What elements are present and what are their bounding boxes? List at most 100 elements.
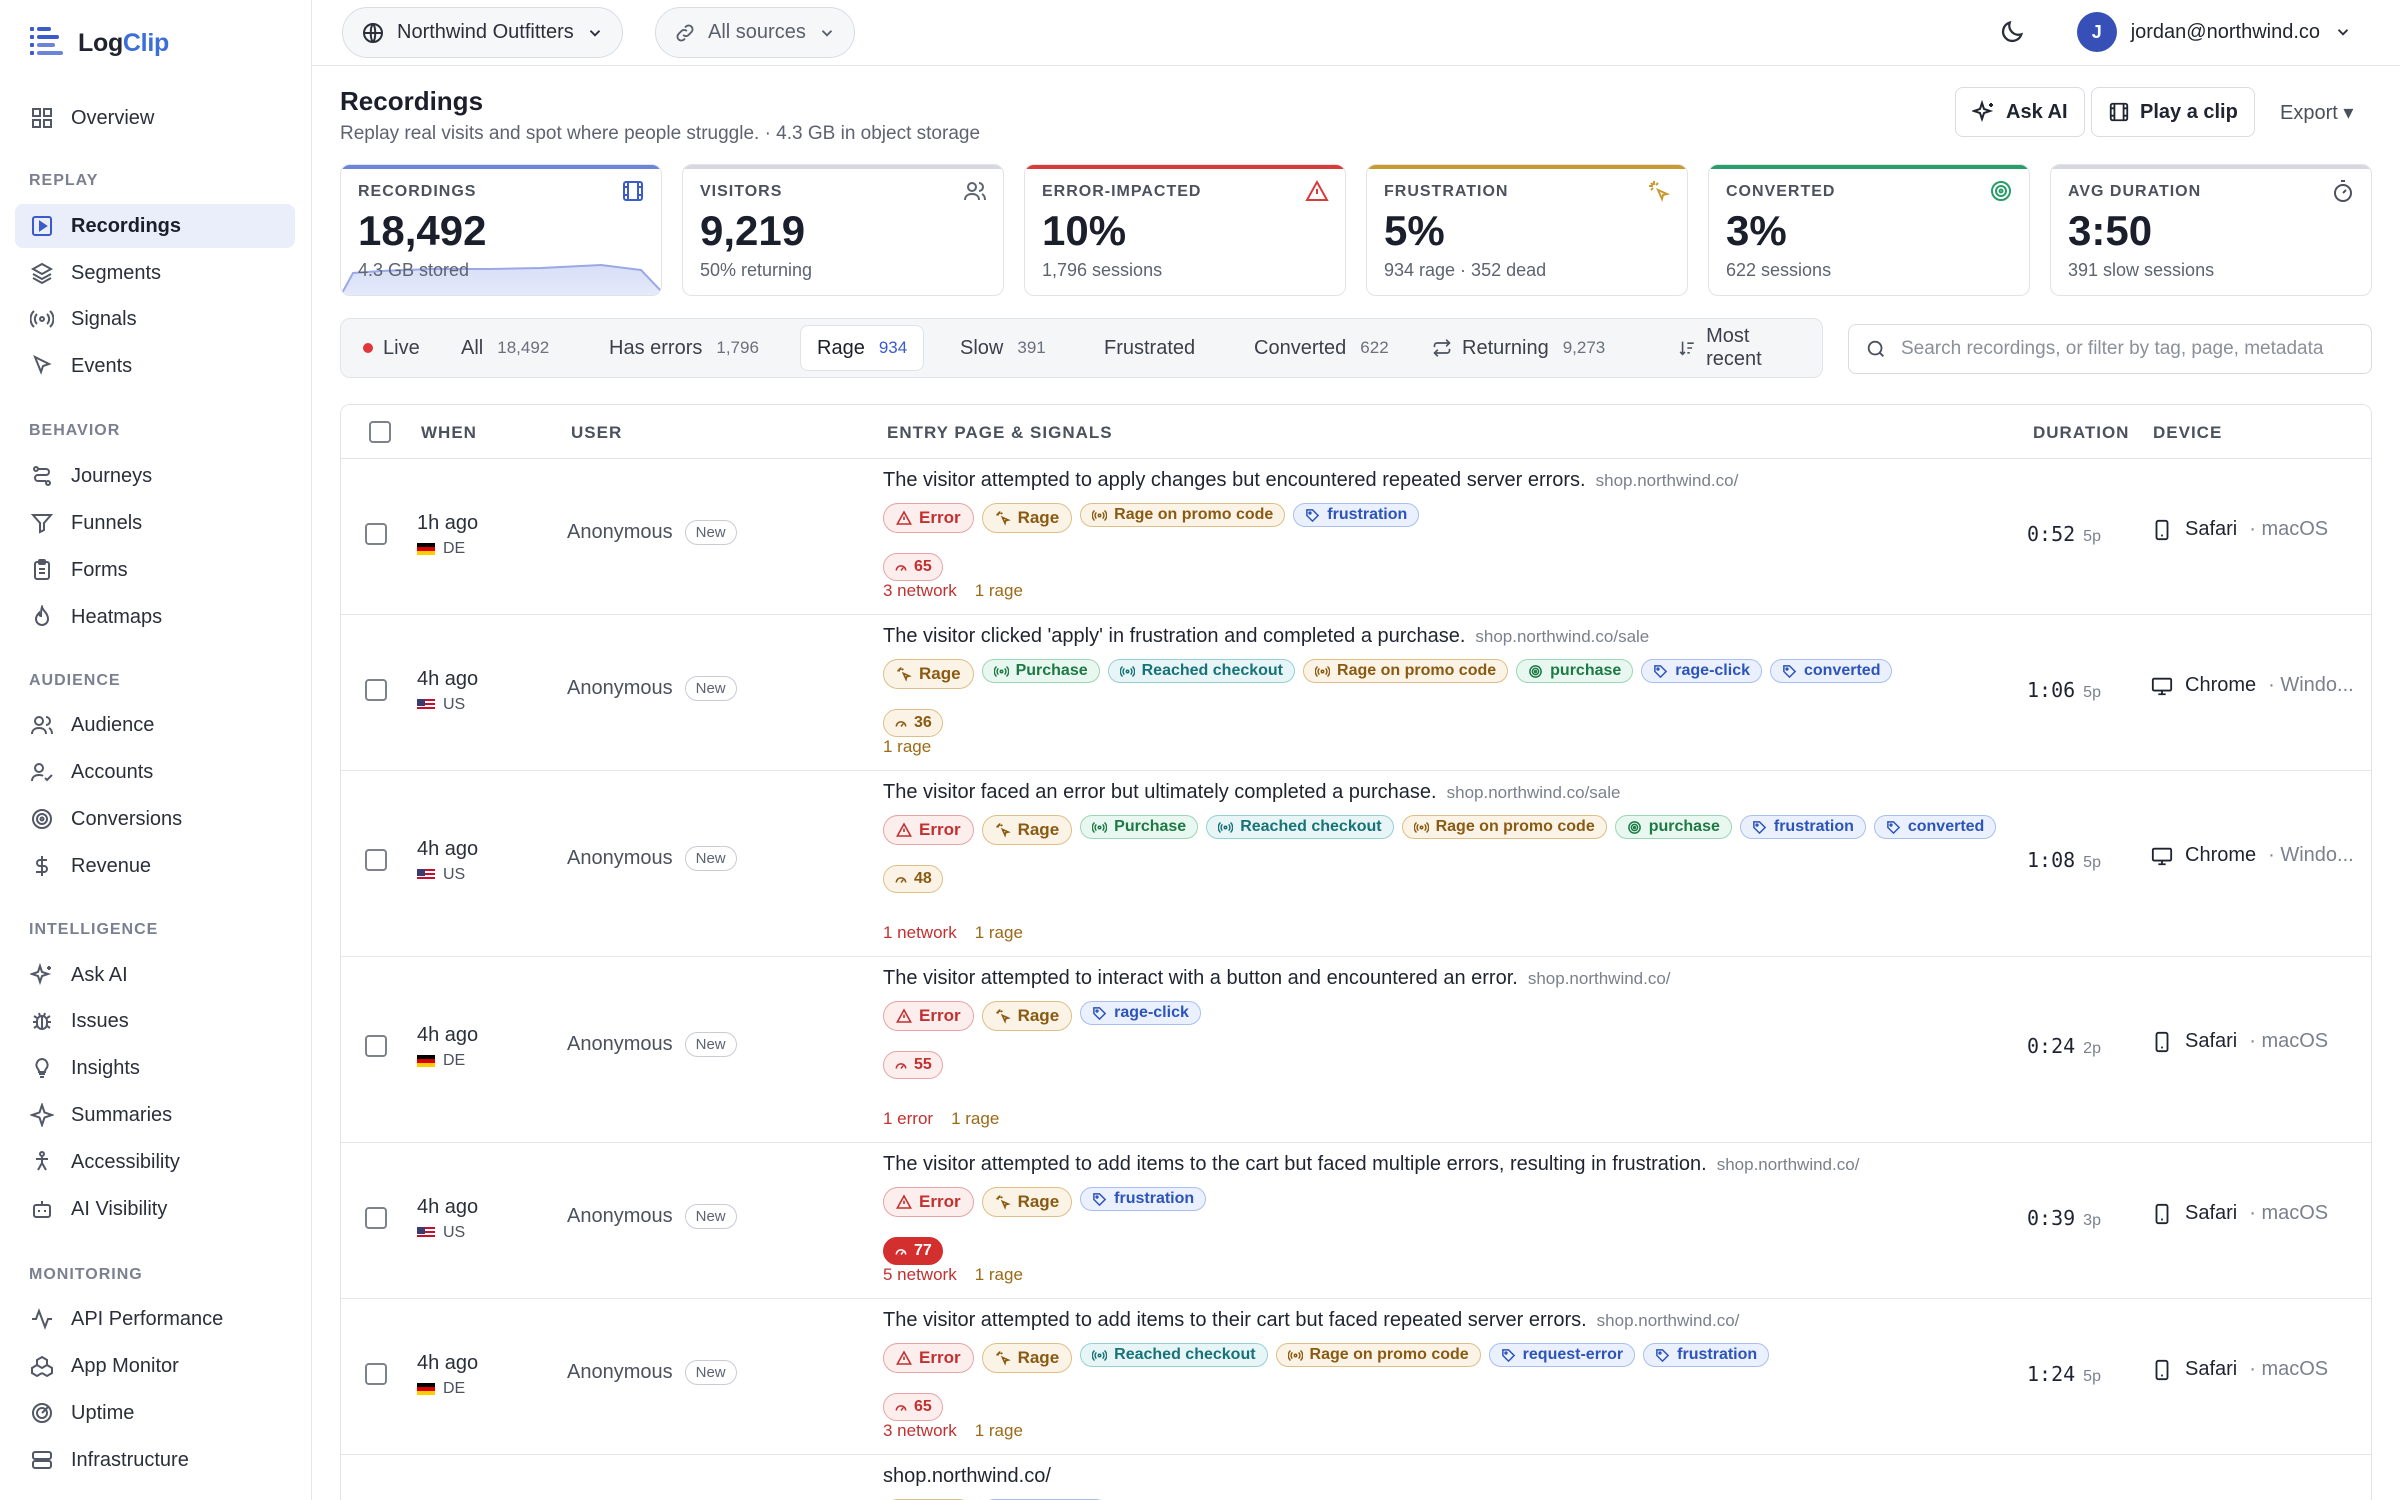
signal-chip[interactable]: frustration [1739,815,1866,839]
table-row[interactable]: 4h ago US Anonymous New The visitor attempte… [341,1143,2371,1299]
sidebar-item-uptime[interactable]: Uptime [15,1391,295,1435]
stat-card-error-impacted[interactable]: ERROR-IMPACTED 10% 1,796 sessions [1024,164,1346,296]
sidebar-item-forms[interactable]: Forms [15,548,295,592]
signal-chip[interactable]: Reached checkout [1080,1343,1268,1367]
stat-card-avg-duration[interactable]: AVG DURATION 3:50 391 slow sessions [2050,164,2372,296]
signal-chip[interactable]: Rage on promo code [1080,503,1286,527]
signal-chip[interactable]: Rage [981,1001,1073,1031]
signal-chip[interactable]: Rage on promo code [1303,659,1509,683]
sidebar-item-insights[interactable]: Insights [15,1046,295,1090]
signal-chip[interactable]: Reached checkout [1206,815,1394,839]
sidebar-item-accounts[interactable]: Accounts [15,750,295,794]
entry-url[interactable]: shop.northwind.co/ [1596,471,1739,490]
table-row[interactable]: 4h ago US Anonymous New The visitor clicked … [341,615,2371,771]
signal-chip[interactable]: converted [1770,659,1893,683]
signal-chip[interactable]: Reached checkout [1107,659,1296,683]
sidebar-item-heatmaps[interactable]: Heatmaps [15,595,295,639]
table-row[interactable]: 1h ago DE Anonymous New The visitor attempte… [341,459,2371,615]
table-row[interactable]: 4h ago DE Anonymous New The visitor attempte… [341,1299,2371,1455]
signal-chip[interactable]: Rage on promo code [1401,815,1607,839]
sidebar-item-overview[interactable]: Overview [15,96,295,140]
entry-description[interactable]: The visitor attempted to add items to th… [883,1309,1739,1332]
play-clip-button[interactable]: Play a clip [2091,87,2255,137]
user-cell[interactable]: Anonymous New [567,520,737,545]
column-header-duration[interactable]: DURATION [2033,423,2129,443]
stat-card-visitors[interactable]: VISITORS 9,219 50% returning [682,164,1004,296]
column-header-entry[interactable]: ENTRY PAGE & SIGNALS [887,423,1113,443]
signal-chip[interactable]: Rage [981,1187,1073,1217]
sidebar-item-journeys[interactable]: Journeys [15,454,295,498]
signal-chip[interactable]: Rage [981,503,1073,533]
sidebar-item-revenue[interactable]: Revenue [15,844,295,888]
sidebar-item-ai-visibility[interactable]: AI Visibility [15,1187,295,1231]
user-menu[interactable]: J jordan@northwind.co [2076,12,2352,52]
search-input[interactable] [1901,338,2351,360]
tab-all[interactable]: All 18,492 [445,325,565,371]
sidebar-item-summaries[interactable]: Summaries [15,1093,295,1137]
sidebar-item-infrastructure[interactable]: Infrastructure [15,1438,295,1482]
signal-chip[interactable]: Error [883,815,974,845]
search-box[interactable] [1848,324,2372,374]
entry-url[interactable]: shop.northwind.co/ [1717,1155,1860,1174]
sidebar-item-api-performance[interactable]: API Performance [15,1297,295,1341]
signal-chip[interactable]: Error [883,1187,974,1217]
row-checkbox[interactable] [365,679,387,701]
signal-chip[interactable]: Purchase [1080,815,1199,839]
entry-description[interactable]: The visitor attempted to interact with a… [883,967,1671,990]
signal-chip[interactable]: Error [883,503,974,533]
entry-description[interactable]: The visitor faced an error but ultimatel… [883,781,1621,804]
entry-url[interactable]: shop.northwind.co/sale [1475,627,1649,646]
signal-chip[interactable]: Rage [981,1343,1073,1373]
user-cell[interactable]: Anonymous New [567,1360,737,1385]
stat-card-recordings[interactable]: RECORDINGS 18,492 4.3 GB stored [340,164,662,296]
entry-description[interactable]: The visitor attempted to add items to th… [883,1153,1859,1176]
select-all-checkbox[interactable] [369,421,391,443]
source-filter[interactable]: All sources [655,7,855,58]
entry-url[interactable]: shop.northwind.co/ [1597,1311,1740,1330]
sidebar-item-segments[interactable]: Segments [15,251,295,295]
org-switcher[interactable]: Northwind Outfitters [342,7,623,58]
signal-chip[interactable]: purchase [1516,659,1634,683]
sidebar-item-issues[interactable]: Issues [15,999,295,1043]
tab-live[interactable]: Live [347,325,436,371]
table-row[interactable]: 4h ago US Anonymous New The visitor faced an… [341,771,2371,957]
stat-card-frustration[interactable]: FRUSTRATION 5% 934 rage · 352 dead [1366,164,1688,296]
tab-rage[interactable]: Rage 934 [800,325,925,371]
column-header-device[interactable]: DEVICE [2153,423,2222,443]
signal-chip[interactable]: Purchase [981,659,1100,683]
column-header-user[interactable]: USER [571,423,622,443]
signal-chip[interactable]: purchase [1614,815,1732,839]
sidebar-item-events[interactable]: Events [15,344,295,388]
signal-chip[interactable]: Error [883,1343,974,1373]
signal-chip[interactable]: frustration [1643,1343,1770,1367]
sidebar-item-app-monitor[interactable]: App Monitor [15,1344,295,1388]
entry-url[interactable]: shop.northwind.co/ [1528,969,1671,988]
tab-returning[interactable]: Returning 9,273 [1416,325,1621,371]
sort-dropdown[interactable]: Most recent [1661,325,1822,371]
user-cell[interactable]: Anonymous New [567,846,737,871]
ask-ai-button[interactable]: Ask AI [1955,87,2085,137]
sidebar-item-accessibility[interactable]: Accessibility [15,1140,295,1184]
sidebar-item-conversions[interactable]: Conversions [15,797,295,841]
signal-chip[interactable]: Error [883,1001,974,1031]
signal-chip[interactable]: Rage on promo code [1275,1343,1481,1367]
table-row[interactable]: 8h agoAnonymousNewshop.northwind.co/Rage… [341,1455,2371,1500]
table-row[interactable]: 4h ago DE Anonymous New The visitor attempte… [341,957,2371,1143]
signal-chip[interactable]: frustration [1080,1187,1207,1211]
tab-slow[interactable]: Slow 391 [944,325,1062,371]
row-checkbox[interactable] [365,849,387,871]
entry-description[interactable]: The visitor attempted to apply changes b… [883,469,1738,492]
signal-chip[interactable]: Rage [981,815,1073,845]
entry-url[interactable]: shop.northwind.co/sale [1447,783,1621,802]
user-cell[interactable]: Anonymous New [567,1204,737,1229]
column-header-when[interactable]: WHEN [421,423,477,443]
signal-chip[interactable]: rage-click [1641,659,1762,683]
app-logo[interactable]: LogClip [28,24,169,62]
entry-description[interactable]: shop.northwind.co/ [883,1465,1051,1488]
signal-chip[interactable]: converted [1873,815,1997,839]
tab-frustrated[interactable]: Frustrated [1088,325,1211,371]
signal-chip[interactable]: frustration [1293,503,1420,527]
signal-chip[interactable]: Rage [883,659,974,689]
row-checkbox[interactable] [365,1035,387,1057]
entry-description[interactable]: The visitor clicked 'apply' in frustrati… [883,625,1649,648]
